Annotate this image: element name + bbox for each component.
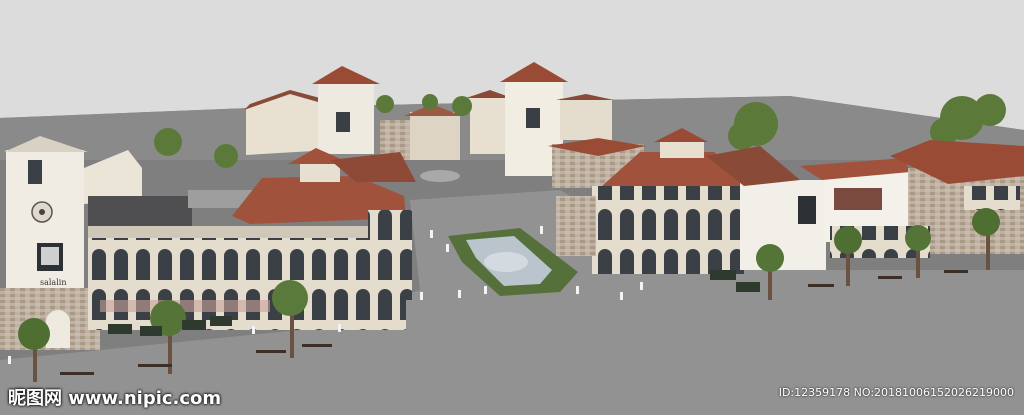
architecture-render: salalin xyxy=(0,0,1024,415)
sketchup-render-scene: salalin 昵图网 www.nipic.com ID:12359178 NO… xyxy=(0,0,1024,415)
watermark-id: ID:12359178 NO:20181006152026219000 xyxy=(778,386,1014,399)
watermark-site: 昵图网 www.nipic.com xyxy=(8,388,222,409)
sky xyxy=(0,0,1024,28)
left-tower-sign: salalin xyxy=(40,278,66,287)
